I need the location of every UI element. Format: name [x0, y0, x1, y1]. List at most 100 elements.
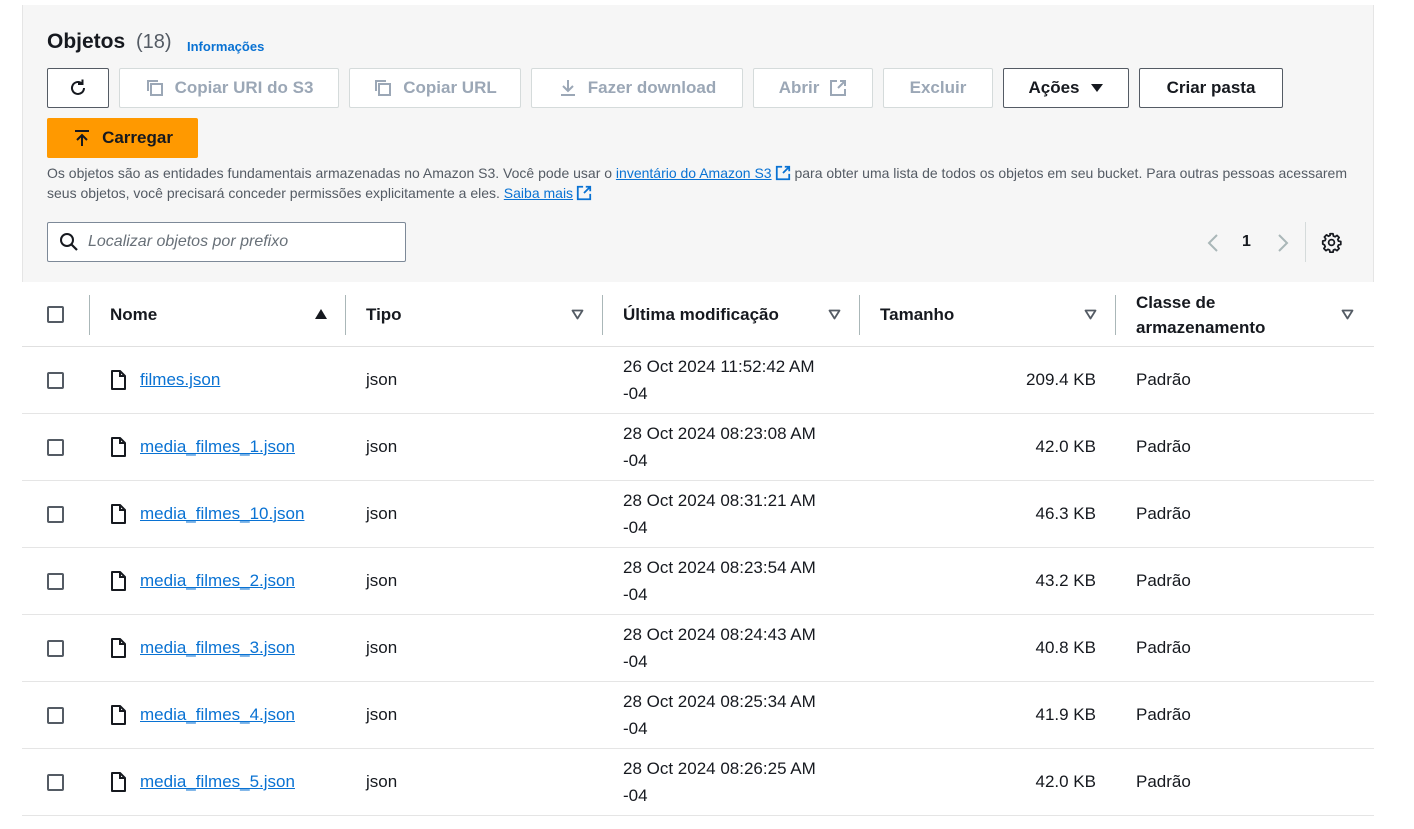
inventory-link[interactable]: inventário do Amazon S3 [616, 165, 791, 181]
object-modified-date: 28 Oct 2024 08:31:21 AM [623, 491, 816, 510]
object-name-link[interactable]: media_filmes_3.json [140, 638, 295, 657]
external-link-icon [775, 165, 790, 181]
sort-icon[interactable] [1341, 309, 1354, 320]
object-modified-tz: -04 [623, 518, 648, 537]
row-checkbox[interactable] [47, 774, 64, 791]
external-link-icon [576, 185, 592, 201]
row-checkbox[interactable] [47, 640, 64, 657]
previous-page-icon[interactable] [1206, 233, 1220, 253]
object-count: (18) [136, 31, 172, 53]
object-modified: 28 Oct 2024 08:23:54 AM -04 [623, 554, 816, 608]
column-header-name[interactable]: Nome [110, 282, 157, 347]
copy-icon [146, 80, 163, 96]
object-name-link[interactable]: media_filmes_5.json [140, 772, 295, 791]
file-icon-wrap [110, 504, 126, 529]
object-storage-class: Padrão [1136, 638, 1191, 657]
row-checkbox[interactable] [47, 707, 64, 724]
object-modified-date: 28 Oct 2024 08:25:34 AM [623, 692, 816, 711]
object-modified: 28 Oct 2024 08:24:43 AM -04 [623, 621, 816, 675]
create-folder-label: Criar pasta [1166, 78, 1256, 97]
caret-down-icon [1090, 84, 1103, 92]
object-storage-class: Padrão [1136, 772, 1191, 791]
object-name[interactable]: media_filmes_5.json [140, 772, 295, 792]
table-row[interactable]: media_filmes_1.json json 28 Oct 2024 08:23… [22, 414, 1374, 481]
sort-ascending-icon[interactable] [314, 308, 328, 320]
table-row[interactable]: media_filmes_4.json json 28 Oct 2024 08:25… [22, 682, 1374, 749]
upload-button[interactable]: Carregar [47, 118, 198, 158]
row-checkbox[interactable] [47, 439, 64, 456]
object-modified-date: 28 Oct 2024 08:24:43 AM [623, 625, 816, 644]
copy-uri-button[interactable]: Copiar URI do S3 [119, 68, 339, 108]
object-size: 209.4 KB [1026, 370, 1096, 389]
row-checkbox[interactable] [47, 372, 64, 389]
open-label: Abrir [778, 78, 820, 97]
object-name[interactable]: media_filmes_10.json [140, 504, 304, 524]
column-header-size[interactable]: Tamanho [880, 282, 954, 347]
download-label: Fazer download [587, 78, 717, 97]
object-name-link[interactable]: filmes.json [140, 370, 220, 389]
object-name[interactable]: filmes.json [140, 370, 220, 390]
copy-uri-label: Copiar URI do S3 [174, 78, 314, 97]
column-storage-label-line2: armazenamento [1136, 317, 1266, 337]
search-icon [60, 233, 78, 251]
column-header-modified[interactable]: Última modificação [623, 282, 779, 347]
actions-dropdown[interactable]: Ações [1003, 68, 1129, 108]
objects-description: Os objetos são as entidades fundamentais… [47, 163, 1347, 203]
object-modified-tz: -04 [623, 652, 648, 671]
current-page-number[interactable]: 1 [1242, 233, 1251, 251]
objects-table: Nome Tipo Última modificação Tamanho Cla… [22, 282, 1374, 829]
object-name-link[interactable]: media_filmes_4.json [140, 705, 295, 724]
file-icon-wrap [110, 437, 126, 462]
object-modified: 28 Oct 2024 08:26:25 AM -04 [623, 755, 816, 809]
table-row[interactable]: media_filmes_2.json json 28 Oct 2024 08:23… [22, 548, 1374, 615]
refresh-button[interactable] [47, 68, 109, 108]
search-input[interactable] [88, 233, 388, 251]
info-link[interactable]: Informações [187, 39, 264, 54]
object-name-link[interactable]: media_filmes_1.json [140, 437, 295, 456]
column-separator [345, 295, 346, 335]
description-text-1: Os objetos são as entidades fundamentais… [47, 165, 616, 181]
sort-icon[interactable] [1084, 309, 1097, 320]
row-checkbox[interactable] [47, 506, 64, 523]
table-row[interactable]: media_filmes_3.json json 28 Oct 2024 08:24… [22, 615, 1374, 682]
object-type: json [366, 571, 398, 590]
create-folder-button[interactable]: Criar pasta [1139, 68, 1283, 108]
download-button[interactable]: Fazer download [531, 68, 743, 108]
object-storage-class: Padrão [1136, 437, 1191, 456]
sort-icon[interactable] [571, 309, 584, 320]
object-name[interactable]: media_filmes_1.json [140, 437, 295, 457]
file-icon-wrap [110, 370, 126, 395]
column-storage-label-line1: Classe de [1136, 292, 1216, 312]
object-name[interactable]: media_filmes_2.json [140, 571, 295, 591]
file-icon-wrap [110, 705, 126, 730]
copy-icon [375, 80, 392, 96]
open-button[interactable]: Abrir [753, 68, 873, 108]
sort-icon[interactable] [828, 309, 841, 320]
object-modified: 28 Oct 2024 08:31:21 AM -04 [623, 487, 816, 541]
table-row[interactable]: media_filmes_10.json json 28 Oct 2024 08:3… [22, 481, 1374, 548]
delete-button[interactable]: Excluir [883, 68, 993, 108]
object-type: json [366, 370, 398, 389]
table-row[interactable]: filmes.json json 26 Oct 2024 11:52:42 AM -0… [22, 347, 1374, 414]
learn-more-link[interactable]: Saiba mais [504, 185, 592, 201]
file-icon [111, 370, 126, 390]
column-separator [602, 295, 603, 335]
copy-url-button[interactable]: Copiar URL [349, 68, 521, 108]
column-header-storage-class[interactable]: Classe de armazenamento [1136, 282, 1265, 347]
upload-icon [75, 130, 90, 146]
table-row[interactable]: media_filmes_5.json json 28 Oct 2024 08:26… [22, 749, 1374, 816]
settings-gear-icon[interactable] [1321, 232, 1342, 253]
object-name-link[interactable]: media_filmes_10.json [140, 504, 304, 523]
learn-more-label: Saiba mais [503, 185, 574, 201]
refresh-icon [71, 79, 85, 95]
row-checkbox[interactable] [47, 573, 64, 590]
object-type: json [366, 638, 398, 657]
next-page-icon[interactable] [1276, 233, 1290, 253]
object-name[interactable]: media_filmes_3.json [140, 638, 295, 658]
table-body: filmes.json json 26 Oct 2024 11:52:42 AM -0… [22, 347, 1374, 816]
table-header: Nome Tipo Última modificação Tamanho Cla… [22, 282, 1374, 347]
select-all-checkbox[interactable] [47, 306, 64, 323]
column-header-type[interactable]: Tipo [366, 282, 402, 347]
object-name[interactable]: media_filmes_4.json [140, 705, 295, 725]
object-name-link[interactable]: media_filmes_2.json [140, 571, 295, 590]
